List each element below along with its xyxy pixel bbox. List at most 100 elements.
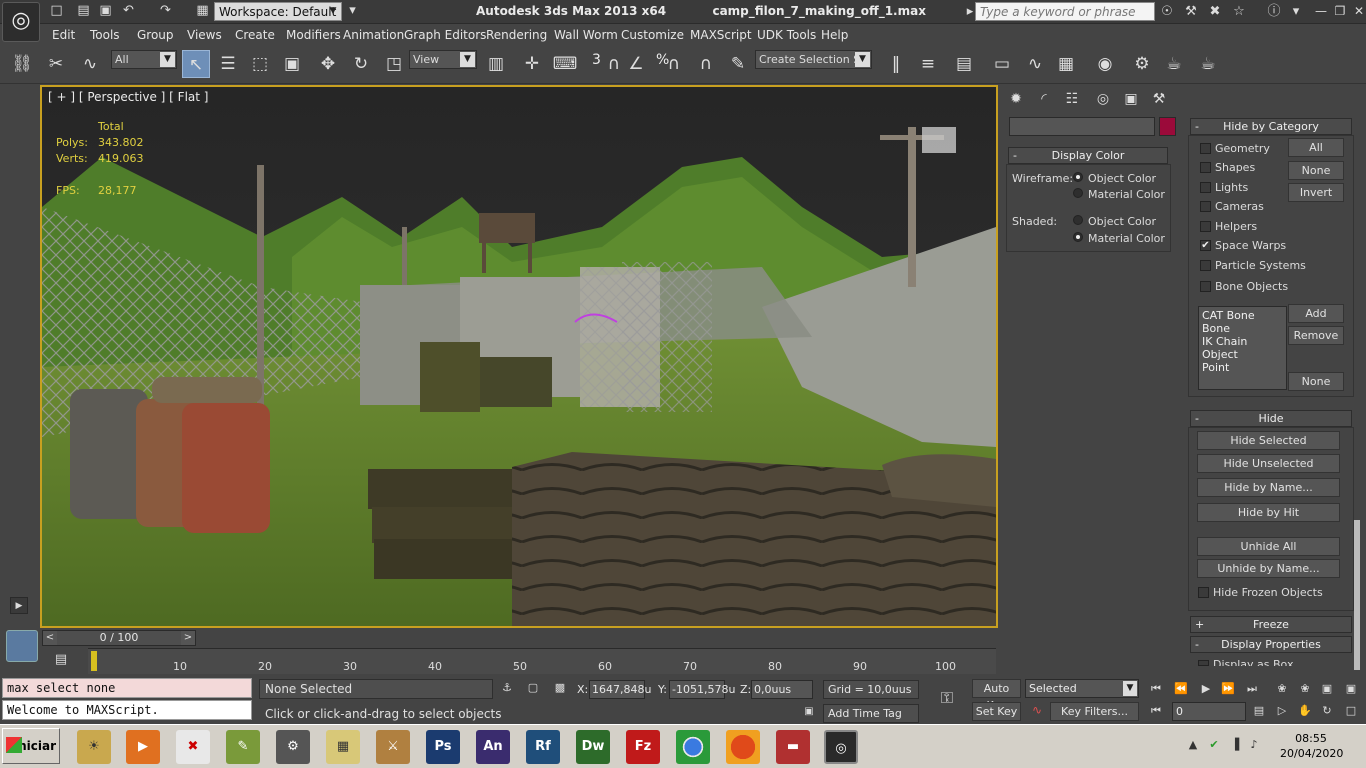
current-frame-marker[interactable] xyxy=(91,651,97,671)
display-properties-header[interactable]: - Display Properties xyxy=(1190,636,1352,653)
hide-frozen-checkbox[interactable] xyxy=(1198,587,1209,598)
select-and-link-icon[interactable]: ⛓ xyxy=(8,50,36,78)
zoom-extents-icon[interactable]: ▣ xyxy=(1317,681,1337,697)
lock-icon[interactable]: ▢ xyxy=(526,681,540,697)
orbit-icon[interactable]: ↻ xyxy=(1317,703,1337,719)
hide-by-hit-button[interactable]: Hide by Hit xyxy=(1197,503,1340,522)
project-folder-icon[interactable]: ▦ xyxy=(194,3,211,19)
perspective-viewport[interactable]: [ + ] [ Perspective ] [ Flat ] Total Pol… xyxy=(40,85,998,628)
play-icon[interactable]: ▶ xyxy=(10,597,28,614)
tray-expand-icon[interactable]: ▲ xyxy=(1186,738,1200,752)
curve-editor-icon[interactable]: ∿ xyxy=(1021,50,1049,78)
current-frame-field[interactable]: 0 xyxy=(1172,702,1246,721)
motion-tab-icon[interactable]: ◎ xyxy=(1092,88,1114,110)
unhide-all-button[interactable]: Unhide All xyxy=(1197,537,1340,556)
menu-rendering[interactable]: Rendering xyxy=(486,28,547,42)
media-player-icon[interactable]: ▶ xyxy=(126,730,160,764)
list-item[interactable]: CAT Bone xyxy=(1202,309,1283,322)
dreamweaver-icon[interactable]: Dw xyxy=(576,730,610,764)
key-filters-button[interactable]: Key Filters... xyxy=(1050,702,1139,721)
window-crossing-icon[interactable]: ▣ xyxy=(278,50,306,78)
field-of-view-icon[interactable]: ▷ xyxy=(1272,703,1292,719)
menu-modifiers[interactable]: Modifiers xyxy=(286,28,341,42)
acrobat-icon[interactable]: ✖ xyxy=(176,730,210,764)
list-item[interactable]: Bone xyxy=(1202,322,1283,335)
subscription-icon[interactable]: ⚒ xyxy=(1181,3,1201,20)
tray-volume-icon[interactable]: ♪ xyxy=(1247,738,1261,752)
command-panel-scrollbar[interactable] xyxy=(1354,520,1360,670)
layer-manager-icon[interactable]: ▤ xyxy=(950,50,978,78)
freeze-rollout-header[interactable]: + Freeze xyxy=(1190,616,1352,633)
object-color-swatch[interactable] xyxy=(1159,117,1176,136)
select-and-manipulate-icon[interactable]: ✛ xyxy=(518,50,546,78)
search-input[interactable]: Type a keyword or phrase xyxy=(975,2,1155,21)
select-object-icon[interactable]: ↖ xyxy=(182,50,210,78)
filezilla-icon[interactable]: Fz xyxy=(626,730,660,764)
photoshop-icon[interactable]: Ps xyxy=(426,730,460,764)
workspace-dropdown[interactable]: Workspace: Default ▼ xyxy=(214,2,342,21)
lights-checkbox[interactable] xyxy=(1200,182,1211,193)
gadget-icon[interactable]: ☀ xyxy=(77,730,111,764)
viewport-label[interactable]: [ + ] [ Perspective ] [ Flat ] xyxy=(48,90,208,104)
hide-by-name-button[interactable]: Hide by Name... xyxy=(1197,478,1340,497)
select-and-move-icon[interactable]: ✥ xyxy=(314,50,342,78)
tray-network-icon[interactable]: ▐ xyxy=(1228,738,1242,752)
app-logo-icon[interactable]: ◎ xyxy=(2,2,40,42)
render-production-icon[interactable]: ☕ xyxy=(1194,50,1222,78)
time-slider[interactable]: < 0 / 100 > xyxy=(42,630,196,646)
chrome-icon[interactable] xyxy=(676,730,710,764)
category-listbox[interactable]: CAT Bone Bone IK Chain Object Point xyxy=(1198,306,1287,390)
shaded-material-radio[interactable] xyxy=(1073,232,1083,242)
reference-coord-dropdown[interactable]: View ▼ xyxy=(409,50,477,69)
maximize-viewport-icon[interactable]: □ xyxy=(1341,703,1361,719)
object-name-field[interactable] xyxy=(1009,117,1155,136)
menu-views[interactable]: Views xyxy=(187,28,222,42)
menu-create[interactable]: Create xyxy=(235,28,275,42)
add-button[interactable]: Add xyxy=(1288,304,1344,323)
create-tab-icon[interactable]: ✹ xyxy=(1005,88,1027,110)
modify-tab-icon[interactable]: ◜ xyxy=(1033,88,1055,110)
shapes-checkbox[interactable] xyxy=(1200,162,1211,173)
spinner-snap-icon[interactable]: ∩ xyxy=(692,50,720,78)
list-item[interactable]: Point xyxy=(1202,361,1283,374)
isolate-selection-icon[interactable]: ⚓ xyxy=(500,681,514,697)
align-icon[interactable]: ≡ xyxy=(914,50,942,78)
key-icon[interactable]: ⚿ xyxy=(933,688,961,708)
set-key-button[interactable]: Set Key xyxy=(972,702,1021,721)
previous-frame-icon[interactable]: ⏪ xyxy=(1171,681,1191,697)
key-mode-toggle-icon[interactable]: ⏮ xyxy=(1146,703,1166,719)
tangent-type-icon[interactable]: ∿ xyxy=(1027,703,1047,719)
hierarchy-tab-icon[interactable]: ☷ xyxy=(1061,88,1083,110)
play-animation-icon[interactable]: ▶ xyxy=(1196,681,1216,697)
cameras-checkbox[interactable] xyxy=(1200,201,1211,212)
unlink-selection-icon[interactable]: ✂ xyxy=(42,50,70,78)
menu-wall-worm[interactable]: Wall Worm xyxy=(554,28,618,42)
auto-key-button[interactable]: Auto Key xyxy=(972,679,1021,712)
menu-edit[interactable]: Edit xyxy=(52,28,75,42)
add-time-tag-button[interactable]: Add Time Tag xyxy=(823,704,919,723)
rf-app-icon[interactable]: Rf xyxy=(526,730,560,764)
display-as-box-checkbox[interactable] xyxy=(1198,660,1209,666)
key-mode-dropdown[interactable]: Selected ▼ xyxy=(1025,679,1139,698)
save-file-icon[interactable]: ▣ xyxy=(97,3,114,19)
pan-view-icon[interactable]: ✋ xyxy=(1295,703,1315,719)
firefox-icon[interactable] xyxy=(726,730,760,764)
selection-filter-dropdown[interactable]: All ▼ xyxy=(111,50,177,69)
bind-to-space-warp-icon[interactable]: ∿ xyxy=(76,50,104,78)
remove-button[interactable]: Remove xyxy=(1288,326,1344,345)
binoculars-icon[interactable]: ☉ xyxy=(1157,3,1177,20)
zoom-extents-all-icon[interactable]: ▣ xyxy=(1341,681,1361,697)
wireframe-material-radio[interactable] xyxy=(1073,188,1083,198)
select-and-rotate-icon[interactable]: ↻ xyxy=(347,50,375,78)
minimize-icon[interactable]: — xyxy=(1311,3,1331,19)
z-coord-field[interactable]: 0,0uus xyxy=(751,680,813,699)
communication-icon[interactable]: ✖ xyxy=(1205,3,1225,20)
menu-help[interactable]: Help xyxy=(821,28,848,42)
hide-selected-button[interactable]: Hide Selected xyxy=(1197,431,1340,450)
percent-snap-icon[interactable]: ∩ xyxy=(660,50,688,78)
x-coord-field[interactable]: 1647,848u xyxy=(589,680,651,699)
render-setup-icon[interactable]: ⚙ xyxy=(1128,50,1156,78)
help-icon[interactable]: ⓘ xyxy=(1264,3,1284,20)
hide-rollout-header[interactable]: - Hide xyxy=(1190,410,1352,427)
menu-tools[interactable]: Tools xyxy=(90,28,120,42)
